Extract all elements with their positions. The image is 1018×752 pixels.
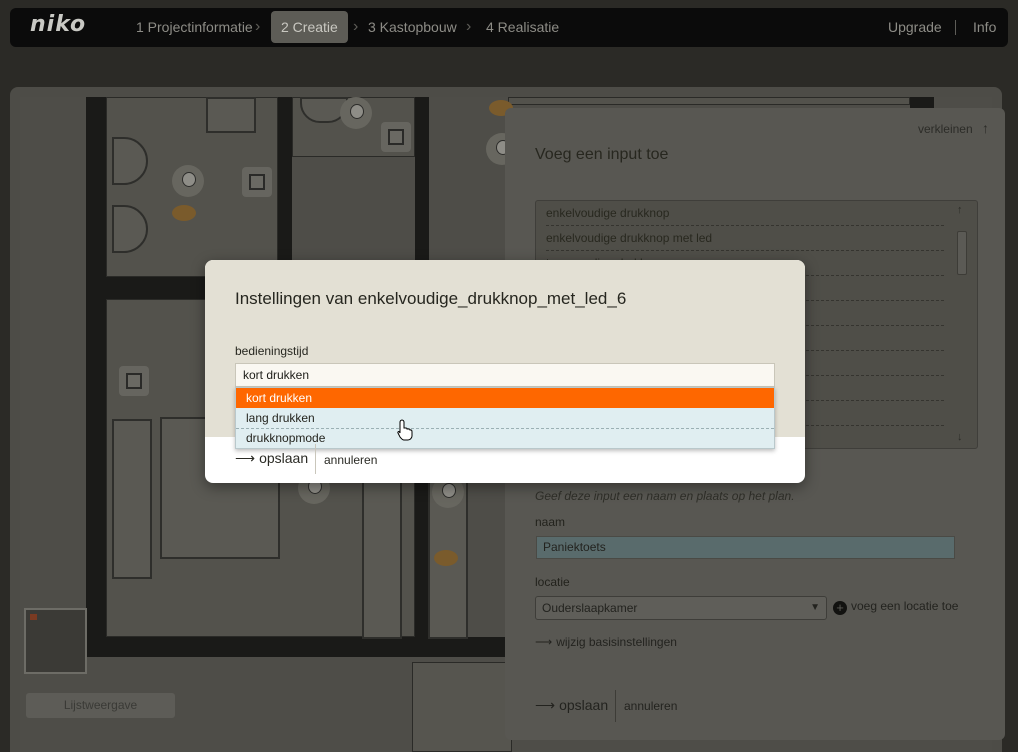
modal-save-button[interactable]: ⟶ opslaan [235, 450, 308, 467]
panel-hint: Geef deze input een naam en plaats op he… [535, 489, 795, 503]
change-basic-settings-label: wijzig basisinstellingen [556, 635, 677, 649]
step-projectinformatie[interactable]: 1 Projectinformatie [126, 11, 263, 43]
list-scrollbar[interactable]: ↑ ↓ [949, 201, 977, 448]
modal-save-label: opslaan [259, 450, 309, 466]
light-bulb-icon[interactable] [340, 97, 372, 129]
arrow-up-icon: ↑ [982, 120, 989, 136]
operation-time-label: bedieningstijd [235, 344, 309, 358]
desk-fixture [362, 475, 402, 639]
wall [86, 97, 106, 657]
change-basic-settings-link[interactable]: ⟶ wijzig basisinstellingen [535, 635, 677, 649]
settings-modal: Instellingen van enkelvoudige_drukknop_m… [205, 260, 805, 483]
top-navigation: niko 1 Projectinformatie › 2 Creatie › 3… [10, 8, 1008, 47]
room [508, 97, 910, 105]
step-realisatie[interactable]: 4 Realisatie [476, 11, 569, 43]
hand-pointer-icon [397, 419, 413, 446]
modal-cancel-button[interactable]: annuleren [324, 453, 377, 467]
arrow-right-icon: ⟶ [235, 450, 256, 466]
list-view-button[interactable]: Lijstweergave [26, 693, 175, 718]
switch-marker[interactable] [119, 366, 149, 396]
list-item[interactable]: enkelvoudige drukknop met led [546, 226, 944, 251]
wardrobe-fixture [112, 419, 152, 579]
speech-bubble-icon[interactable] [172, 205, 196, 221]
niko-logo[interactable]: niko [30, 12, 86, 37]
light-bulb-icon[interactable] [172, 165, 204, 197]
shower-fixture [206, 97, 256, 133]
operation-time-dropdown[interactable]: kort drukken lang drukken drukknopmode [235, 387, 775, 449]
chevron-right-icon: › [255, 18, 261, 35]
scroll-up-icon[interactable]: ↑ [957, 204, 963, 216]
wall [278, 97, 292, 277]
stairs [412, 662, 512, 752]
switch-marker[interactable] [242, 167, 272, 197]
divider [615, 690, 616, 722]
switch-marker[interactable] [381, 122, 411, 152]
location-select[interactable]: Ouderslaapkamer ▼ [535, 596, 827, 620]
add-location-label: voeg een locatie toe [851, 599, 959, 613]
operation-time-select[interactable]: kort drukken [235, 363, 775, 387]
panel-save-label: opslaan [559, 697, 609, 713]
panel-save-button[interactable]: ⟶ opslaan [535, 697, 608, 714]
location-label: locatie [535, 575, 570, 589]
list-item[interactable]: enkelvoudige drukknop [546, 201, 944, 226]
add-location-button[interactable]: + voeg een locatie toe [833, 599, 958, 615]
option-lang-drukken[interactable]: lang drukken [236, 408, 774, 428]
option-kort-drukken[interactable]: kort drukken [236, 388, 774, 408]
location-value: Ouderslaapkamer [542, 601, 638, 615]
plus-icon: + [833, 601, 847, 615]
info-link[interactable]: Info [973, 11, 996, 43]
panel-title: Voeg een input toe [535, 146, 669, 163]
wall [106, 637, 526, 657]
nav-divider [955, 20, 956, 35]
caret-down-icon: ▼ [810, 602, 820, 613]
plan-minimap[interactable] [24, 608, 87, 674]
scrollbar-thumb[interactable] [957, 231, 967, 275]
upgrade-link[interactable]: Upgrade [888, 11, 942, 43]
chevron-right-icon: › [466, 18, 472, 35]
name-label: naam [535, 515, 566, 529]
divider [315, 444, 316, 474]
modal-title: Instellingen van enkelvoudige_drukknop_m… [235, 289, 627, 308]
arrow-right-icon: ⟶ [535, 635, 553, 649]
arrow-right-icon: ⟶ [535, 697, 556, 713]
speech-bubble-icon[interactable] [434, 550, 458, 566]
scroll-down-icon[interactable]: ↓ [957, 431, 963, 443]
minimap-tag [30, 614, 37, 620]
step-kastopbouw[interactable]: 3 Kastopbouw [358, 11, 467, 43]
name-field[interactable]: Paniektoets [536, 536, 955, 559]
step-creatie[interactable]: 2 Creatie [271, 11, 348, 43]
option-drukknopmode[interactable]: drukknopmode [236, 428, 774, 448]
collapse-label: verkleinen [917, 122, 973, 136]
panel-cancel-button[interactable]: annuleren [624, 699, 677, 713]
collapse-button[interactable]: verkleinen ↑ [918, 120, 989, 136]
